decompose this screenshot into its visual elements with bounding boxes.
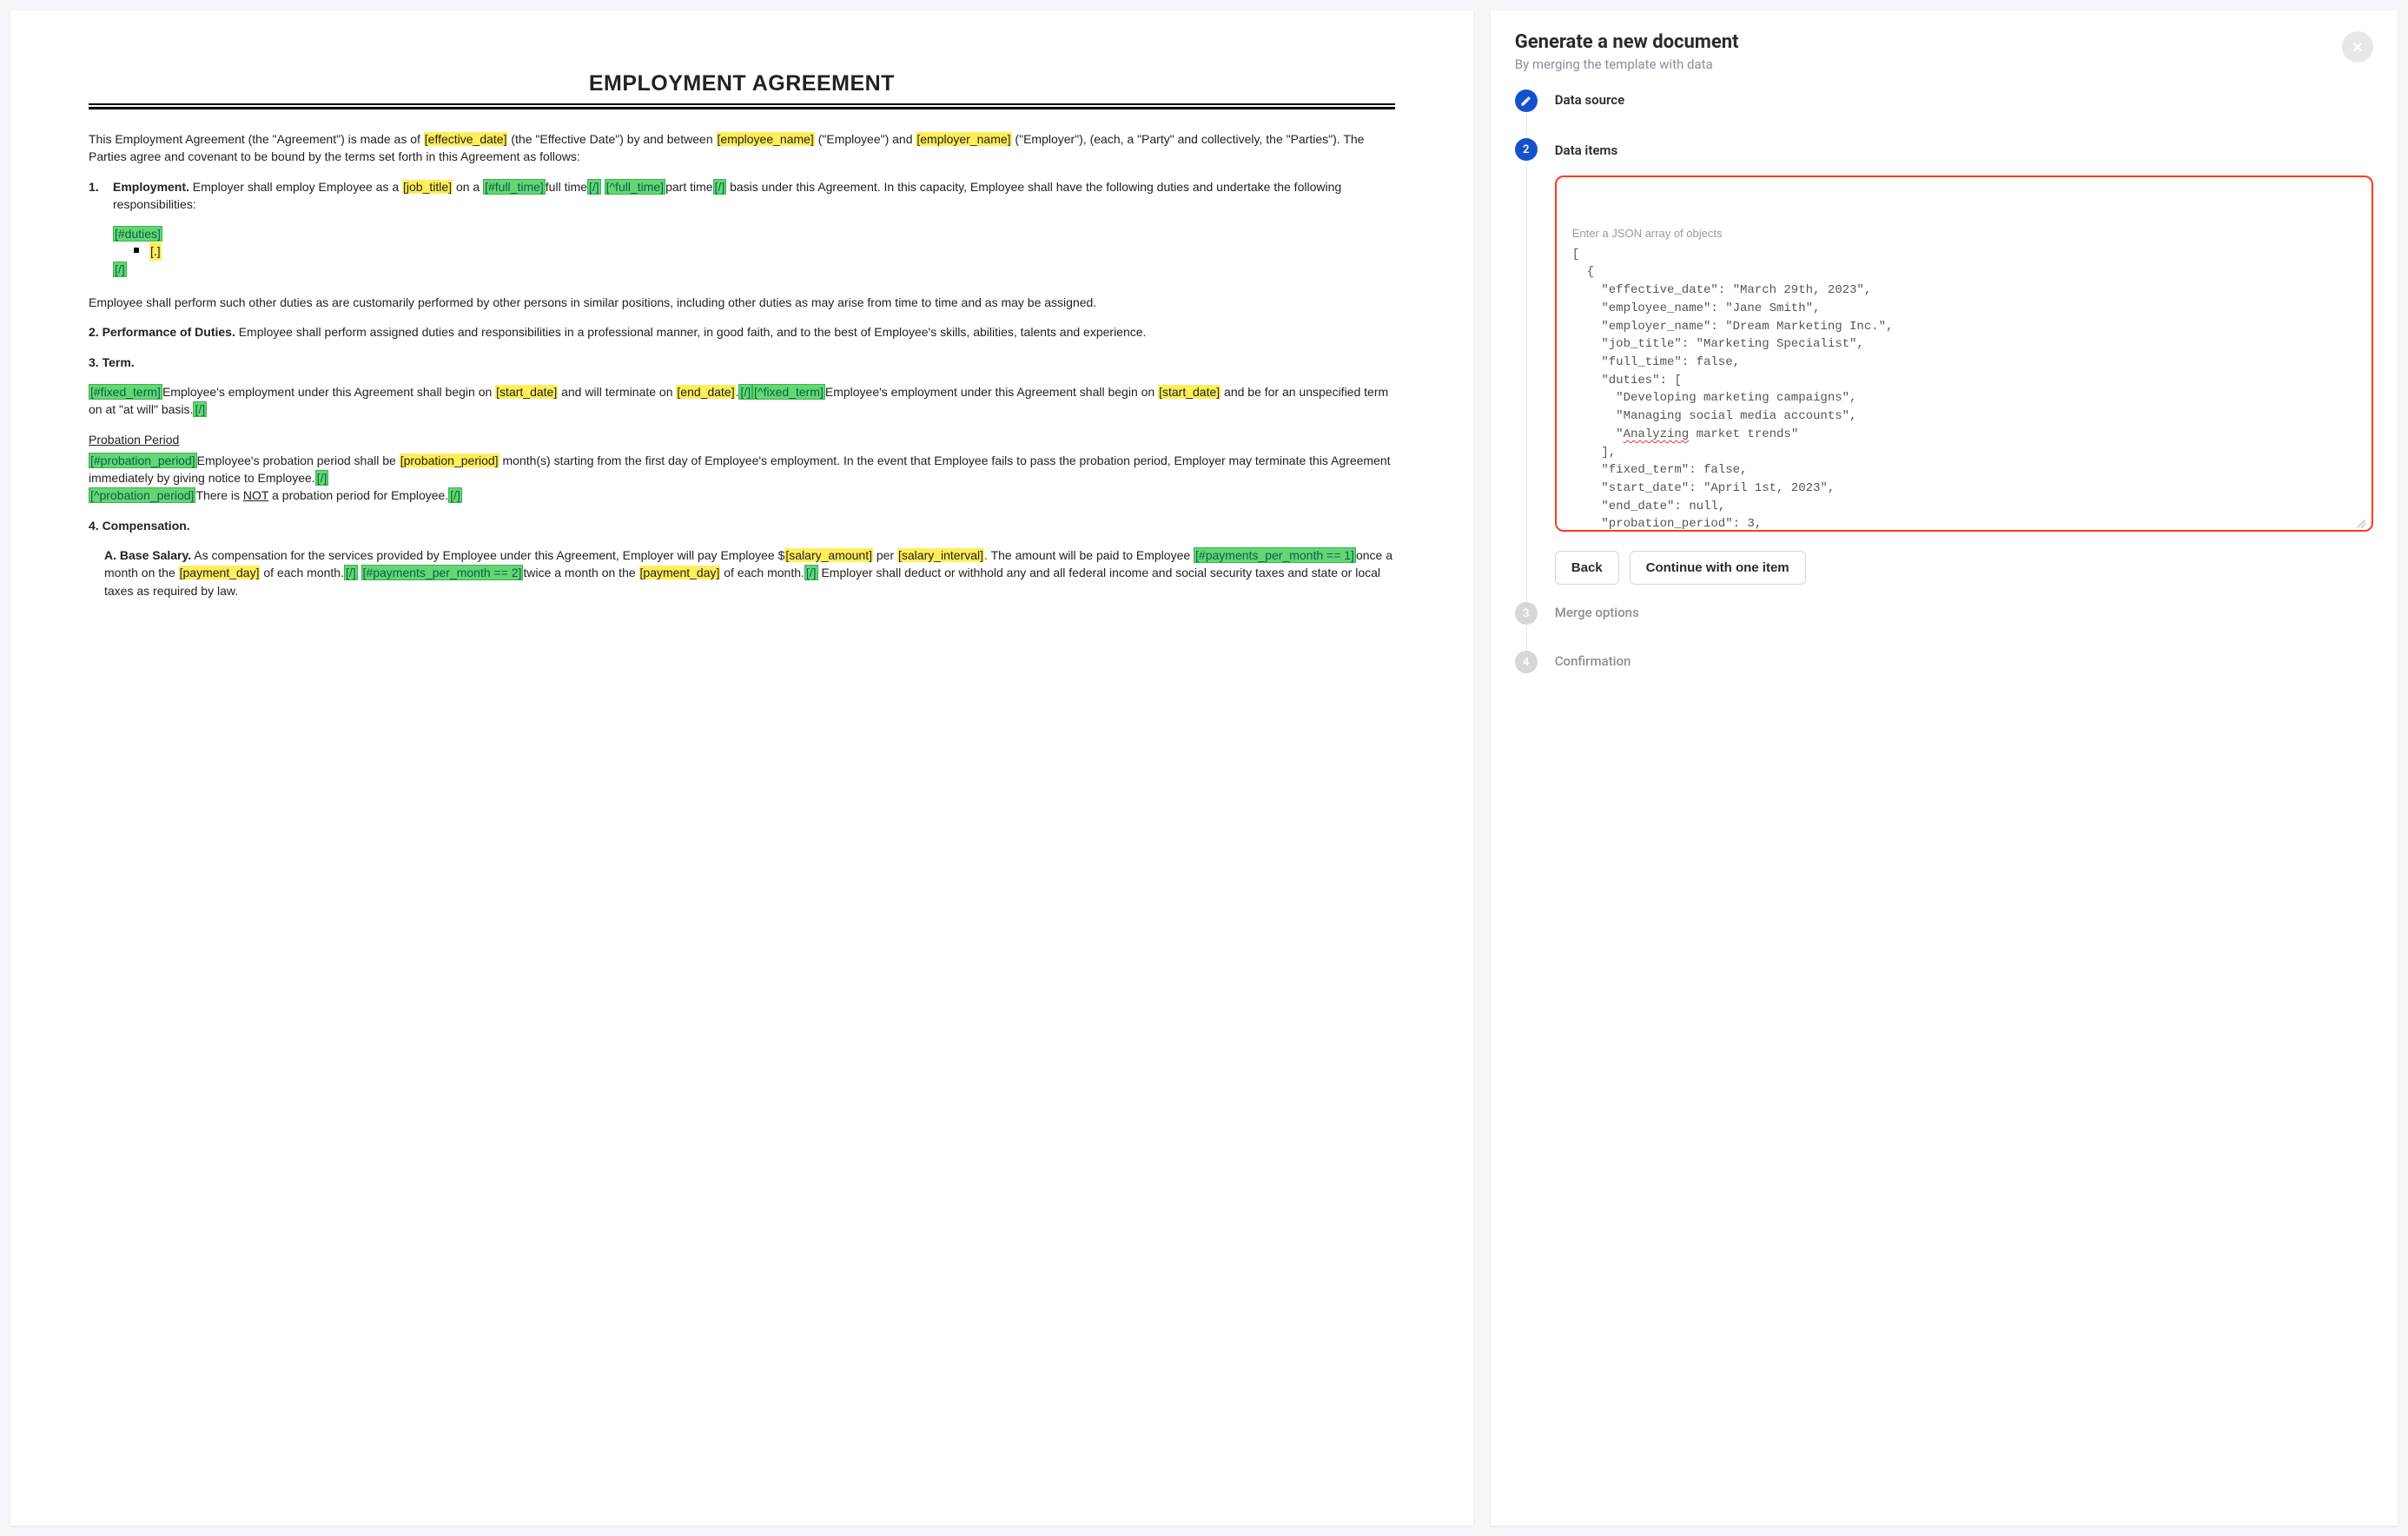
- section-1-num: 1.: [89, 178, 103, 290]
- step-3-label: Merge options: [1555, 602, 1639, 651]
- var-employee-name: [employee_name]: [717, 132, 815, 146]
- step-1-badge[interactable]: [1515, 89, 1538, 112]
- var-end-date: [end_date]: [676, 385, 735, 399]
- back-button[interactable]: Back: [1555, 551, 1619, 585]
- tag-close: [/]: [315, 470, 329, 486]
- probation-heading: Probation Period: [89, 433, 179, 447]
- step-4-badge: 4: [1515, 651, 1538, 673]
- tag-close: [/]: [587, 179, 601, 195]
- var-start-date: [start_date]: [1158, 385, 1221, 399]
- resize-handle-icon[interactable]: [2354, 514, 2366, 526]
- pencil-icon: [1520, 96, 1531, 107]
- tag-close: [/]: [344, 565, 358, 580]
- close-button[interactable]: [2342, 31, 2373, 63]
- var-payment-day: [payment_day]: [179, 566, 261, 579]
- json-input[interactable]: Enter a JSON array of objects[ { "effect…: [1555, 175, 2373, 532]
- section-4a: A. Base Salary. As compensation for the …: [89, 546, 1395, 599]
- section-4-heading: 4. Compensation.: [89, 517, 1395, 534]
- var-salary-interval: [salary_interval]: [897, 548, 984, 562]
- step-2-label: Data items: [1555, 140, 2373, 158]
- probation-clause: [#probation_period]Employee's probation …: [89, 452, 1395, 505]
- tag-fulltime-neg: [^full_time]: [605, 179, 665, 195]
- tag-close: [/]: [193, 401, 207, 417]
- section-3-fixed: [#fixed_term]Employee's employment under…: [89, 383, 1395, 419]
- tag-close: [/]: [738, 384, 752, 400]
- tag-fixedterm-open: [#fixed_term]: [89, 384, 162, 400]
- document-preview: EMPLOYMENT AGREEMENT This Employment Agr…: [10, 10, 1473, 1526]
- tag-ppm1: [#payments_per_month == 1]: [1194, 547, 1356, 563]
- step-3-badge: 3: [1515, 602, 1538, 625]
- tag-probation-neg: [^probation_period]: [89, 487, 195, 503]
- tag-probation-open: [#probation_period]: [89, 453, 197, 468]
- tag-close: [/]: [713, 179, 727, 195]
- tag-duties: [#duties]: [113, 226, 162, 242]
- step-4-label: Confirmation: [1555, 651, 1631, 673]
- panel-title: Generate a new document: [1515, 31, 1739, 53]
- var-start-date: [start_date]: [495, 385, 558, 399]
- close-icon: [2351, 40, 2365, 54]
- tag-close: [/]: [448, 487, 462, 503]
- var-effective-date: [effective_date]: [424, 132, 508, 146]
- step-1-label[interactable]: Data source: [1555, 89, 1624, 138]
- var-current-item: [.]: [149, 242, 162, 260]
- step-2-badge: 2: [1515, 138, 1538, 161]
- section-1: Employment. Employer shall employ Employ…: [113, 178, 1395, 214]
- tag-fulltime-open: [#full_time]: [483, 179, 546, 195]
- tag-close: [/]: [113, 262, 127, 277]
- var-payment-day: [payment_day]: [639, 566, 721, 579]
- var-salary-amount: [salary_amount]: [784, 548, 873, 562]
- section-2: 2. Performance of Duties. Employee shall…: [89, 323, 1395, 341]
- intro-paragraph: This Employment Agreement (the "Agreemen…: [89, 130, 1395, 166]
- doc-title: EMPLOYMENT AGREEMENT: [89, 71, 1395, 96]
- continue-button[interactable]: Continue with one item: [1630, 551, 1806, 585]
- section-1-tail: Employee shall perform such other duties…: [89, 294, 1395, 311]
- tag-ppm2: [#payments_per_month == 2]: [361, 565, 524, 580]
- tag-fixedterm-neg: [^fixed_term]: [752, 384, 825, 400]
- tag-close: [/]: [804, 565, 818, 580]
- var-employer-name: [employer_name]: [916, 132, 1011, 146]
- generate-panel: Generate a new document By merging the t…: [1491, 10, 2398, 1526]
- var-probation-period: [probation_period]: [400, 454, 499, 467]
- bullet-icon: [134, 248, 139, 253]
- json-placeholder: Enter a JSON array of objects: [1572, 225, 2356, 242]
- section-3-heading: 3. Term.: [89, 354, 1395, 371]
- panel-subtitle: By merging the template with data: [1515, 56, 1739, 72]
- var-job-title: [job_title]: [402, 180, 453, 194]
